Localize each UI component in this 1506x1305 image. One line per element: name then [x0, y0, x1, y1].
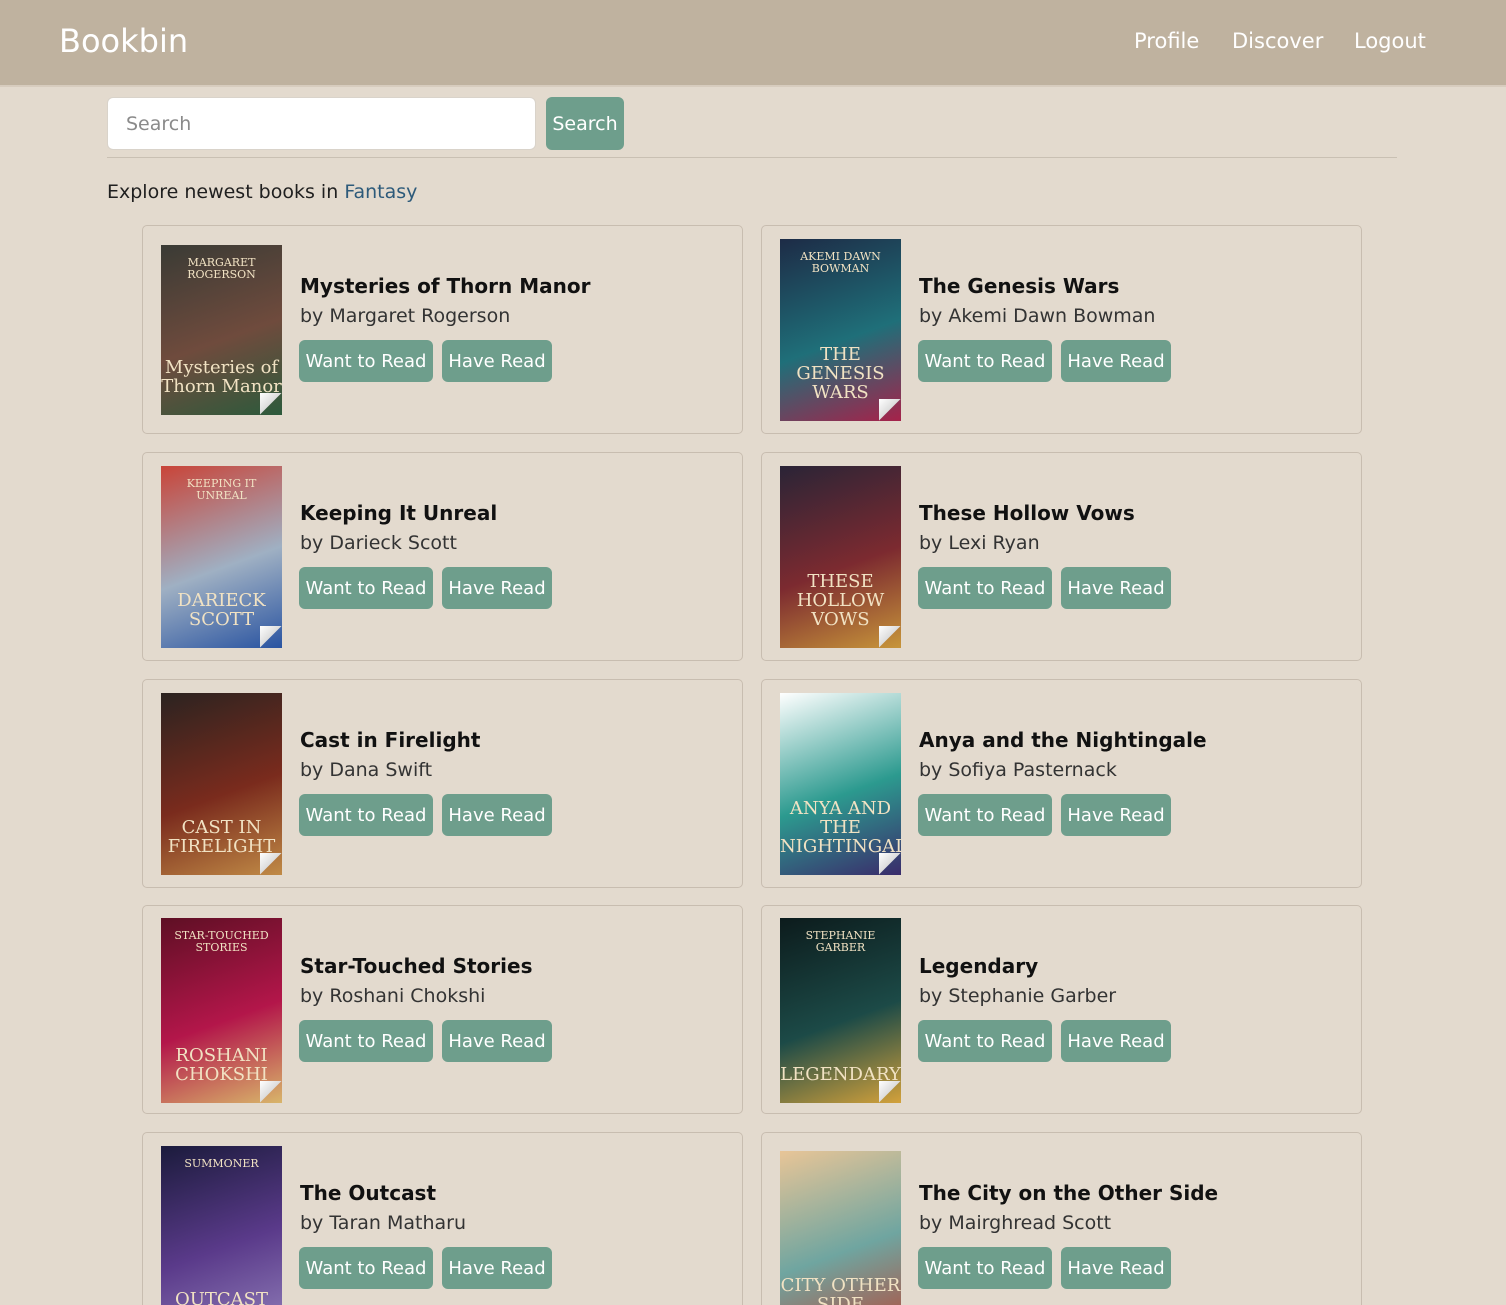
- book-card: STEPHANIE GARBER LEGENDARY Legendary by …: [761, 905, 1362, 1114]
- genre-link[interactable]: Fantasy: [344, 181, 417, 203]
- brand-logo[interactable]: Bookbin: [59, 22, 188, 60]
- navbar: Bookbin Profile Discover Logout: [0, 0, 1506, 87]
- search-button[interactable]: Search: [546, 97, 624, 150]
- book-title[interactable]: Anya and the Nightingale: [919, 728, 1207, 752]
- cover-author-text: SUMMONER: [184, 1157, 259, 1170]
- page-curl-icon: [879, 1081, 901, 1103]
- page-curl-icon: [879, 626, 901, 648]
- want-to-read-button[interactable]: Want to Read: [918, 1020, 1052, 1062]
- have-read-button[interactable]: Have Read: [1061, 1020, 1171, 1062]
- have-read-button[interactable]: Have Read: [1061, 794, 1171, 836]
- book-author: by Taran Matharu: [300, 1212, 467, 1234]
- page-curl-icon: [879, 853, 901, 875]
- want-to-read-button[interactable]: Want to Read: [918, 794, 1052, 836]
- want-to-read-button[interactable]: Want to Read: [918, 340, 1052, 382]
- cover-title-text: CITY OTHER SIDE: [780, 1275, 901, 1305]
- book-cover[interactable]: STAR-TOUCHED STORIES ROSHANI CHOKSHI: [161, 918, 282, 1103]
- book-cover[interactable]: MARGARET ROGERSON Mysteries of Thorn Man…: [161, 245, 282, 415]
- book-card: SUMMONER OUTCAST The Outcast by Taran Ma…: [142, 1132, 743, 1305]
- book-title[interactable]: Keeping It Unreal: [300, 501, 497, 525]
- book-title[interactable]: Legendary: [919, 954, 1038, 978]
- search-input[interactable]: [107, 97, 536, 150]
- book-title[interactable]: Cast in Firelight: [300, 728, 480, 752]
- page-curl-icon: [260, 393, 282, 415]
- cover-title-text: ROSHANI CHOKSHI: [175, 1045, 268, 1086]
- explore-heading: Explore newest books in Fantasy: [107, 181, 417, 203]
- cover-title-text: Mysteries of Thorn Manor: [161, 357, 282, 398]
- book-cover[interactable]: SUMMONER OUTCAST: [161, 1146, 282, 1305]
- book-card: MARGARET ROGERSON Mysteries of Thorn Man…: [142, 225, 743, 434]
- book-cover[interactable]: AKEMI DAWN BOWMAN THE GENESIS WARS: [780, 239, 901, 421]
- book-title[interactable]: The Outcast: [300, 1181, 436, 1205]
- book-author: by Stephanie Garber: [919, 985, 1117, 1007]
- book-author: by Darieck Scott: [300, 532, 457, 554]
- book-cover[interactable]: KEEPING IT UNREAL DARIECK SCOTT: [161, 466, 282, 648]
- book-cover[interactable]: CITY OTHER SIDE: [780, 1151, 901, 1305]
- cover-title-text: CAST IN FIRELIGHT: [167, 817, 276, 858]
- book-author: by Roshani Chokshi: [300, 985, 486, 1007]
- book-cover[interactable]: CAST IN FIRELIGHT: [161, 693, 282, 875]
- book-cover[interactable]: ANYA AND THE NIGHTINGALE: [780, 693, 901, 875]
- cover-title-text: THESE HOLLOW VOWS: [796, 571, 885, 631]
- explore-prefix: Explore newest books in: [107, 181, 339, 203]
- book-card: ANYA AND THE NIGHTINGALE Anya and the Ni…: [761, 679, 1362, 888]
- have-read-button[interactable]: Have Read: [442, 567, 552, 609]
- have-read-button[interactable]: Have Read: [1061, 1247, 1171, 1289]
- page-curl-icon: [879, 399, 901, 421]
- book-card: KEEPING IT UNREAL DARIECK SCOTT Keeping …: [142, 452, 743, 661]
- book-card: CAST IN FIRELIGHT Cast in Firelight by D…: [142, 679, 743, 888]
- book-author: by Margaret Rogerson: [300, 305, 511, 327]
- want-to-read-button[interactable]: Want to Read: [299, 1020, 433, 1062]
- have-read-button[interactable]: Have Read: [442, 1247, 552, 1289]
- page-curl-icon: [260, 626, 282, 648]
- cover-author-text: STEPHANIE GARBER: [805, 929, 876, 954]
- cover-title-text: THE GENESIS WARS: [796, 344, 885, 404]
- want-to-read-button[interactable]: Want to Read: [299, 567, 433, 609]
- cover-title-text: ANYA AND THE NIGHTINGALE: [780, 798, 901, 858]
- book-author: by Lexi Ryan: [919, 532, 1040, 554]
- cover-title-text: DARIECK SCOTT: [177, 590, 266, 631]
- page-curl-icon: [260, 853, 282, 875]
- book-author: by Sofiya Pasternack: [919, 759, 1117, 781]
- have-read-button[interactable]: Have Read: [442, 1020, 552, 1062]
- divider: [107, 157, 1397, 158]
- book-title[interactable]: Star-Touched Stories: [300, 954, 532, 978]
- want-to-read-button[interactable]: Want to Read: [918, 1247, 1052, 1289]
- book-title[interactable]: Mysteries of Thorn Manor: [300, 274, 590, 298]
- have-read-button[interactable]: Have Read: [1061, 567, 1171, 609]
- want-to-read-button[interactable]: Want to Read: [299, 340, 433, 382]
- have-read-button[interactable]: Have Read: [442, 340, 552, 382]
- book-card: STAR-TOUCHED STORIES ROSHANI CHOKSHI Sta…: [142, 905, 743, 1114]
- book-author: by Mairghread Scott: [919, 1212, 1112, 1234]
- book-card: CITY OTHER SIDE The City on the Other Si…: [761, 1132, 1362, 1305]
- cover-author-text: STAR-TOUCHED STORIES: [174, 929, 269, 954]
- want-to-read-button[interactable]: Want to Read: [299, 794, 433, 836]
- nav-link-logout[interactable]: Logout: [1354, 29, 1426, 53]
- book-author: by Akemi Dawn Bowman: [919, 305, 1156, 327]
- cover-title-text: OUTCAST: [174, 1289, 269, 1305]
- page-curl-icon: [260, 1081, 282, 1103]
- nav-link-profile[interactable]: Profile: [1134, 29, 1199, 53]
- book-card: THESE HOLLOW VOWS These Hollow Vows by L…: [761, 452, 1362, 661]
- cover-author-text: AKEMI DAWN BOWMAN: [800, 250, 881, 275]
- book-title[interactable]: The Genesis Wars: [919, 274, 1119, 298]
- want-to-read-button[interactable]: Want to Read: [918, 567, 1052, 609]
- book-card: AKEMI DAWN BOWMAN THE GENESIS WARS The G…: [761, 225, 1362, 434]
- book-author: by Dana Swift: [300, 759, 433, 781]
- book-title[interactable]: The City on the Other Side: [919, 1181, 1218, 1205]
- want-to-read-button[interactable]: Want to Read: [299, 1247, 433, 1289]
- have-read-button[interactable]: Have Read: [1061, 340, 1171, 382]
- cover-author-text: MARGARET ROGERSON: [187, 256, 256, 281]
- book-cover[interactable]: THESE HOLLOW VOWS: [780, 466, 901, 648]
- book-title[interactable]: These Hollow Vows: [919, 501, 1135, 525]
- have-read-button[interactable]: Have Read: [442, 794, 552, 836]
- cover-author-text: KEEPING IT UNREAL: [186, 477, 257, 502]
- nav-link-discover[interactable]: Discover: [1232, 29, 1323, 53]
- book-cover[interactable]: STEPHANIE GARBER LEGENDARY: [780, 918, 901, 1103]
